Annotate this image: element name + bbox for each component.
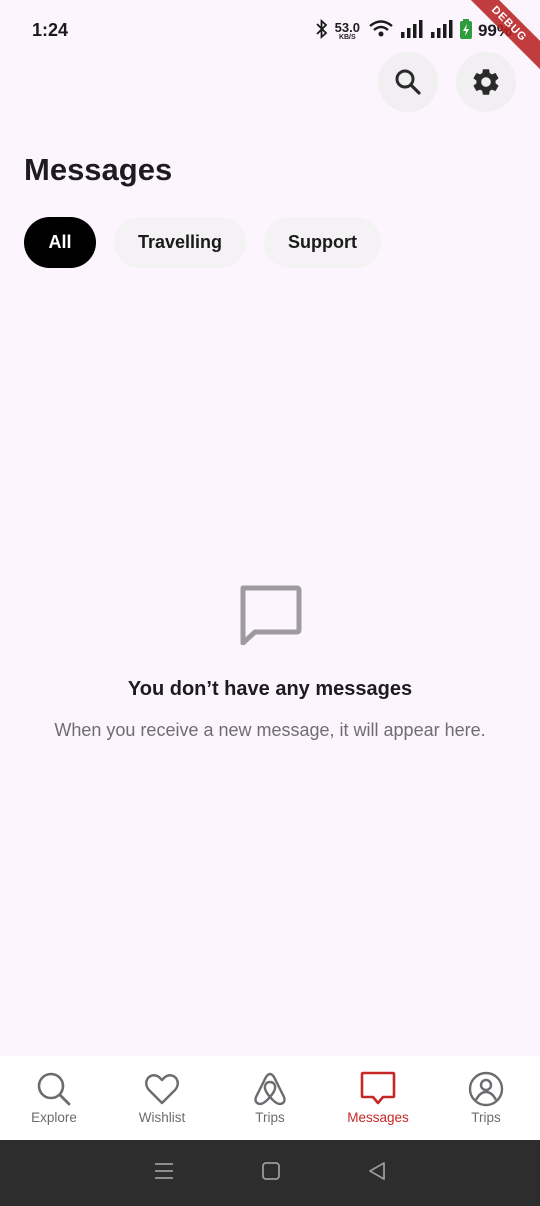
home-button[interactable] [261, 1161, 281, 1186]
net-speed-unit: KB/S [338, 34, 356, 41]
recents-button[interactable] [153, 1161, 175, 1186]
signal-icon-2 [430, 19, 454, 44]
nav-label-trips: Trips [255, 1110, 285, 1125]
nav-item-profile[interactable]: Trips [432, 1056, 540, 1140]
signal-icon [400, 19, 424, 44]
heart-icon [145, 1074, 179, 1105]
filter-chip-all[interactable]: All [24, 217, 96, 268]
nav-label-messages: Messages [347, 1110, 409, 1125]
filter-chip-travelling[interactable]: Travelling [114, 217, 247, 268]
home-square-icon [262, 1161, 280, 1180]
nav-item-wishlist[interactable]: Wishlist [108, 1056, 216, 1140]
filter-chip-support[interactable]: Support [264, 217, 382, 268]
status-time: 1:24 [32, 20, 69, 40]
status-icons: 53.0 KB/S 99% [315, 18, 512, 44]
page-title: Messages [24, 152, 173, 187]
search-icon [395, 69, 421, 95]
wifi-icon [368, 19, 394, 44]
net-speed: 53.0 KB/S [335, 21, 360, 41]
battery-icon [459, 18, 472, 44]
nav-item-messages[interactable]: Messages [324, 1056, 432, 1140]
bluetooth-icon [315, 18, 329, 44]
nav-label-explore: Explore [31, 1110, 77, 1125]
airbnb-logo-icon [254, 1072, 286, 1106]
message-icon [360, 1071, 396, 1105]
back-triangle-icon [369, 1161, 385, 1180]
empty-state-title: You don’t have any messages [127, 678, 413, 700]
empty-state-subtitle: When you receive a new message, it will … [54, 720, 486, 740]
filter-chips: All Travelling Support [24, 217, 382, 268]
net-speed-value: 53.0 [334, 20, 360, 35]
search-button[interactable] [378, 52, 438, 112]
nav-item-explore[interactable]: Explore [0, 1056, 108, 1140]
search-icon [37, 1072, 71, 1106]
bottom-nav: Explore Wishlist Trips Messages Trips [0, 1056, 540, 1140]
system-nav-bar [0, 1140, 540, 1206]
message-icon [240, 585, 302, 645]
nav-label-wishlist: Wishlist [138, 1110, 186, 1125]
nav-label-profile: Trips [471, 1110, 501, 1125]
profile-icon [468, 1071, 504, 1107]
gear-icon [473, 69, 499, 95]
back-button[interactable] [367, 1161, 387, 1186]
status-bar: 1:24 53.0 KB/S 99% DEBUG [0, 0, 540, 78]
settings-button[interactable] [456, 52, 516, 112]
menu-icon [155, 1162, 173, 1179]
nav-item-trips[interactable]: Trips [216, 1056, 324, 1140]
